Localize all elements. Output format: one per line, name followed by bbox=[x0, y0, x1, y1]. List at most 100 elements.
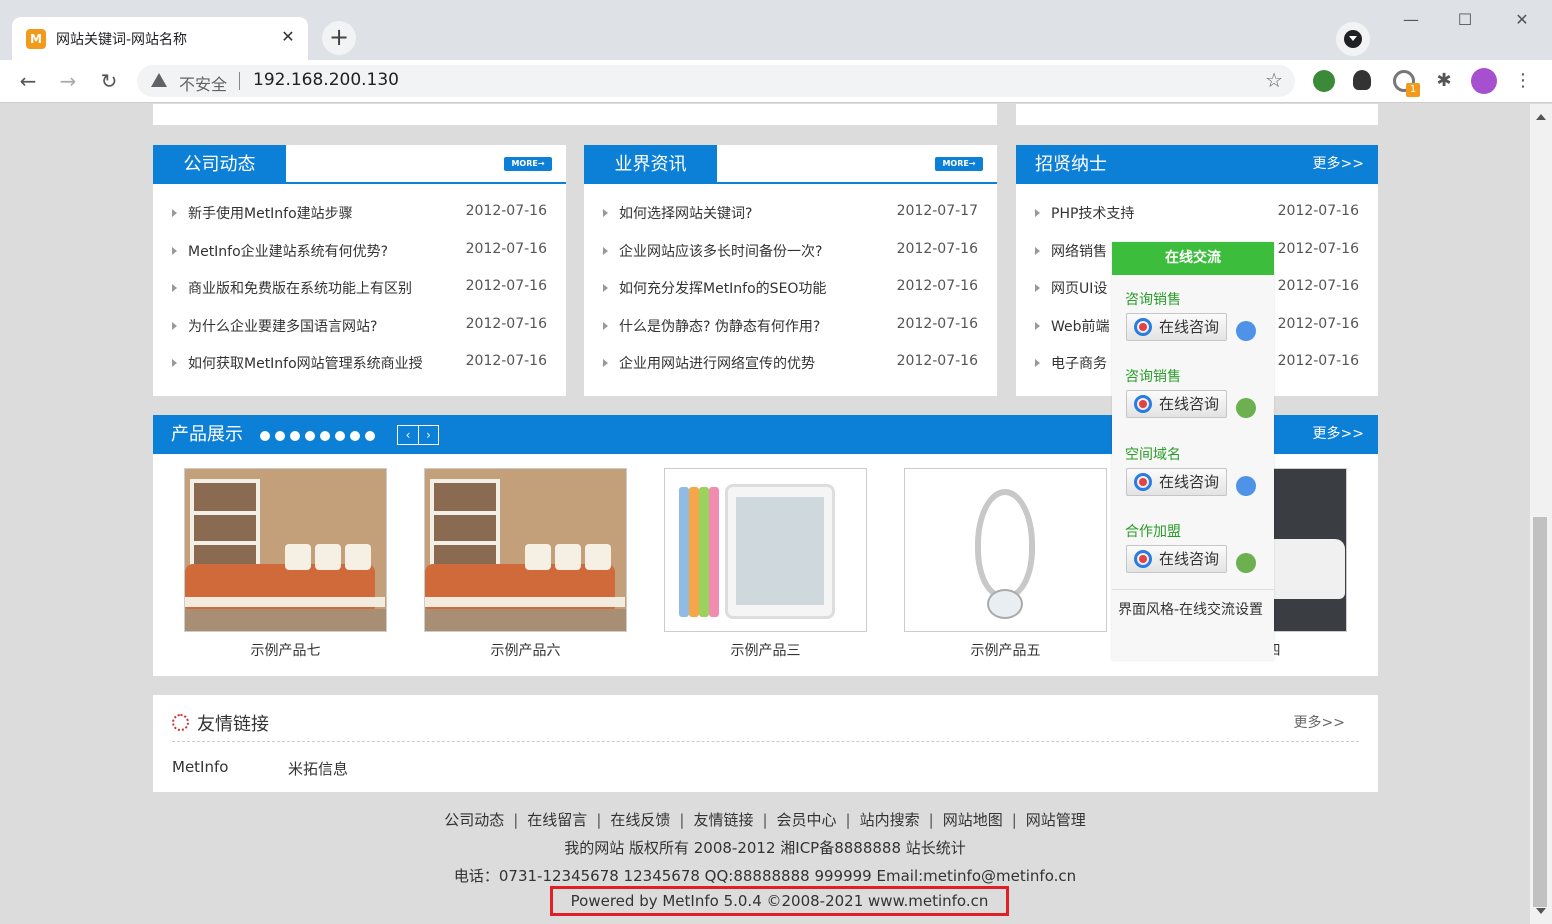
more-link[interactable]: 更多>> bbox=[1313, 415, 1364, 454]
footer-link[interactable]: 在线留言 bbox=[527, 811, 587, 829]
more-button[interactable]: MORE→ bbox=[935, 157, 983, 171]
profile-avatar[interactable] bbox=[1471, 68, 1497, 94]
carousel-dot[interactable] bbox=[320, 431, 330, 441]
footer-link[interactable]: 网站地图 bbox=[943, 811, 1003, 829]
list-item[interactable]: 如何选择网站关键词? 2012-07-17 bbox=[584, 197, 997, 235]
lightbulb-extension-icon[interactable] bbox=[1353, 70, 1371, 90]
maximize-button[interactable]: ☐ bbox=[1450, 8, 1480, 32]
online-consult-button[interactable]: 在线咨询 bbox=[1126, 390, 1227, 418]
product-card[interactable]: 示例产品七 bbox=[184, 468, 387, 660]
new-tab-button[interactable]: + bbox=[322, 21, 356, 55]
news-title[interactable]: 新手使用MetInfo建站步骤 bbox=[188, 203, 443, 223]
panel-title[interactable]: 公司动态 bbox=[153, 145, 286, 184]
more-link[interactable]: 更多>> bbox=[1313, 145, 1364, 184]
list-item[interactable]: 商业版和免费版在系统功能上有区别 2012-07-16 bbox=[153, 272, 566, 310]
vertical-scrollbar[interactable] bbox=[1530, 104, 1552, 924]
footer-link[interactable]: 在线反馈 bbox=[610, 811, 670, 829]
list-item[interactable]: 为什么企业要建多国语言网站? 2012-07-16 bbox=[153, 310, 566, 348]
window-close-button[interactable]: ✕ bbox=[1507, 8, 1537, 32]
scroll-up-arrow-icon[interactable] bbox=[1536, 114, 1546, 120]
users-icon[interactable] bbox=[1236, 398, 1256, 418]
product-image-ipad[interactable] bbox=[664, 468, 867, 632]
carousel-dot[interactable] bbox=[350, 431, 360, 441]
product-card[interactable]: 示例产品六 bbox=[424, 468, 627, 660]
back-button[interactable]: ← bbox=[13, 66, 43, 96]
online-consult-button[interactable]: 在线咨询 bbox=[1126, 545, 1227, 573]
panel-title[interactable]: 业界资讯 bbox=[584, 145, 717, 184]
reload-button[interactable]: ↻ bbox=[94, 66, 124, 96]
products-title[interactable]: 产品展示 bbox=[171, 415, 243, 454]
chat-settings-link[interactable]: 界面风格-在线交流设置 bbox=[1112, 589, 1274, 630]
bookmark-star-icon[interactable]: ☆ bbox=[1265, 68, 1283, 92]
news-title[interactable]: 企业网站应该多长时间备份一次? bbox=[619, 241, 874, 261]
list-item[interactable]: 企业用网站进行网络宣传的优势 2012-07-16 bbox=[584, 347, 997, 385]
product-image-pendant[interactable] bbox=[904, 468, 1107, 632]
list-item[interactable]: PHP技术支持 2012-07-16 bbox=[1016, 197, 1378, 235]
carousel-dot[interactable] bbox=[290, 431, 300, 441]
qq-penguin-icon[interactable] bbox=[1236, 321, 1256, 341]
friend-link[interactable]: 米拓信息 bbox=[288, 758, 348, 779]
carousel-next-button[interactable]: › bbox=[418, 426, 438, 444]
product-name[interactable]: 示例产品三 bbox=[664, 640, 867, 660]
footer-link[interactable]: 会员中心 bbox=[777, 811, 837, 829]
product-image-sofa[interactable] bbox=[184, 468, 387, 632]
list-item[interactable]: 什么是伪静态? 伪静态有何作用? 2012-07-16 bbox=[584, 310, 997, 348]
carousel-dot[interactable] bbox=[305, 431, 315, 441]
scroll-down-arrow-icon[interactable] bbox=[1536, 908, 1546, 914]
footer-link[interactable]: 友情链接 bbox=[693, 811, 753, 829]
users-icon[interactable] bbox=[1236, 553, 1256, 573]
bullet-icon bbox=[603, 359, 608, 367]
globe-extension-icon[interactable] bbox=[1313, 70, 1335, 92]
news-title[interactable]: 如何获取MetInfo网站管理系统商业授 bbox=[188, 353, 443, 373]
list-item[interactable]: 新手使用MetInfo建站步骤 2012-07-16 bbox=[153, 197, 566, 235]
puzzle-extensions-icon[interactable]: ✱ bbox=[1433, 70, 1455, 92]
news-title[interactable]: 什么是伪静态? 伪静态有何作用? bbox=[619, 316, 874, 336]
carousel-prev-button[interactable]: ‹ bbox=[398, 426, 418, 444]
product-name[interactable]: 示例产品六 bbox=[424, 640, 627, 660]
news-title[interactable]: MetInfo企业建站系统有何优势? bbox=[188, 241, 443, 261]
news-title[interactable]: 如何选择网站关键词? bbox=[619, 203, 874, 223]
news-title[interactable]: 企业用网站进行网络宣传的优势 bbox=[619, 353, 874, 373]
friend-link[interactable]: MetInfo bbox=[172, 758, 228, 776]
carousel-dot[interactable] bbox=[275, 431, 285, 441]
menu-kebab-icon[interactable]: ⋮ bbox=[1514, 70, 1532, 92]
list-item[interactable]: MetInfo企业建站系统有何优势? 2012-07-16 bbox=[153, 235, 566, 273]
close-icon[interactable]: ✕ bbox=[278, 27, 298, 47]
panel-title[interactable]: 招贤纳士 bbox=[1035, 145, 1107, 184]
scroll-thumb[interactable] bbox=[1533, 517, 1547, 907]
carousel-dot[interactable] bbox=[335, 431, 345, 441]
footer-link[interactable]: 公司动态 bbox=[444, 811, 504, 829]
more-link[interactable]: 更多>> bbox=[1294, 712, 1345, 732]
news-title[interactable]: 为什么企业要建多国语言网站? bbox=[188, 316, 443, 336]
list-item[interactable]: 如何获取MetInfo网站管理系统商业授 2012-07-16 bbox=[153, 347, 566, 385]
online-consult-button[interactable]: 在线咨询 bbox=[1126, 468, 1227, 496]
minimize-button[interactable]: — bbox=[1396, 8, 1426, 32]
url-text[interactable]: 192.168.200.130 bbox=[253, 70, 399, 90]
product-name[interactable]: 示例产品七 bbox=[184, 640, 387, 660]
carousel-dot[interactable] bbox=[260, 431, 270, 441]
page-viewport: 公司动态 MORE→ 新手使用MetInfo建站步骤 2012-07-16 Met… bbox=[0, 104, 1530, 924]
browser-tab[interactable]: M 网站关键词-网站名称 ✕ bbox=[12, 17, 308, 60]
list-item[interactable]: 企业网站应该多长时间备份一次? 2012-07-16 bbox=[584, 235, 997, 273]
tab-search-button[interactable] bbox=[1336, 22, 1370, 56]
news-date: 2012-07-16 bbox=[465, 278, 547, 294]
carousel-dot[interactable] bbox=[365, 431, 375, 441]
list-item[interactable]: 如何充分发挥MetInfo的SEO功能 2012-07-16 bbox=[584, 272, 997, 310]
qq-penguin-icon[interactable] bbox=[1236, 476, 1256, 496]
product-card[interactable]: 示例产品五 bbox=[904, 468, 1107, 660]
product-card[interactable]: 示例产品三 bbox=[664, 468, 867, 660]
address-bar[interactable]: 不安全 192.168.200.130 ☆ bbox=[137, 65, 1295, 97]
news-title[interactable]: 如何充分发挥MetInfo的SEO功能 bbox=[619, 278, 874, 298]
product-image-sofa[interactable] bbox=[424, 468, 627, 632]
product-name[interactable]: 示例产品五 bbox=[904, 640, 1107, 660]
forward-button[interactable]: → bbox=[53, 66, 83, 96]
more-button[interactable]: MORE→ bbox=[504, 157, 552, 171]
insecure-label[interactable]: 不安全 bbox=[179, 71, 227, 95]
powered-by-text[interactable]: Powered by MetInfo 5.0.4 ©2008-2021 www.… bbox=[553, 889, 1006, 913]
extension-badge-icon[interactable]: 1 bbox=[1393, 70, 1420, 97]
footer-link[interactable]: 站内搜索 bbox=[860, 811, 920, 829]
news-title[interactable]: 商业版和免费版在系统功能上有区别 bbox=[188, 278, 443, 298]
footer-link[interactable]: 网站管理 bbox=[1026, 811, 1086, 829]
online-consult-button[interactable]: 在线咨询 bbox=[1126, 313, 1227, 341]
job-title[interactable]: PHP技术支持 bbox=[1051, 203, 1306, 223]
